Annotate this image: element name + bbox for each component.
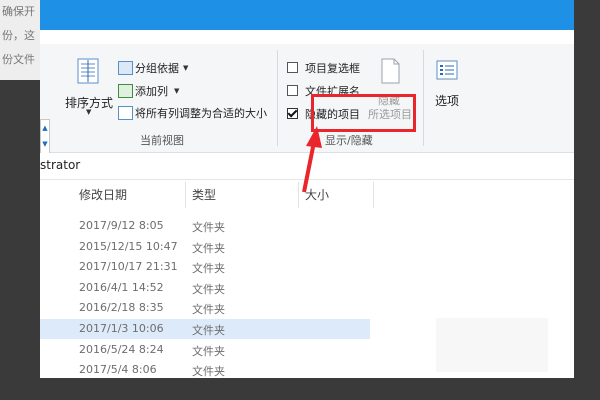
annotation-arrow bbox=[302, 126, 322, 193]
